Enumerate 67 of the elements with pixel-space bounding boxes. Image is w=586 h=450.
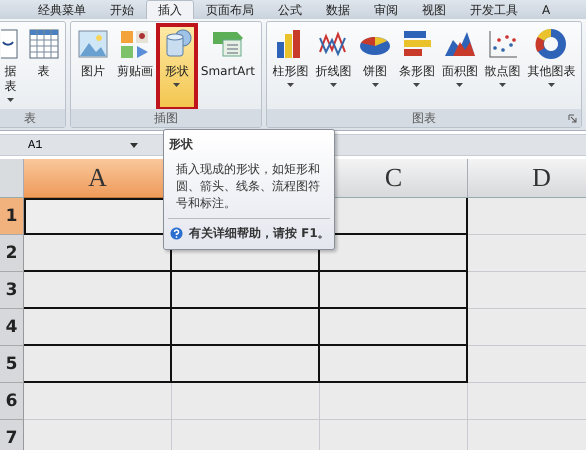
ribbon-button[interactable]: 其他图表	[525, 26, 578, 108]
sheet-cell[interactable]	[320, 346, 468, 383]
caret-icon	[456, 83, 464, 87]
group-label: 图表	[267, 109, 581, 127]
scatter-chart-icon	[486, 28, 519, 60]
picture-icon	[76, 28, 109, 60]
sheet-cell[interactable]	[24, 235, 172, 272]
ribbon-tab[interactable]: 开始	[98, 0, 146, 19]
help-hint: 有关详细帮助，请按 F1。	[189, 225, 330, 242]
row-header[interactable]: 5	[0, 346, 24, 383]
ribbon-tab[interactable]: 经典菜单	[26, 0, 98, 19]
caret-icon	[372, 83, 379, 87]
caret-icon	[286, 83, 294, 87]
row-header[interactable]: 2	[0, 235, 24, 272]
ribbon-button[interactable]: 图片	[74, 26, 111, 108]
caret-icon	[413, 83, 420, 87]
donut-chart-icon	[535, 28, 568, 60]
ribbon-button[interactable]: 剪贴画	[114, 26, 155, 108]
ribbon-button[interactable]: 饼图	[356, 26, 394, 108]
ribbon-tab[interactable]: 审阅	[362, 0, 410, 19]
sheet-cell[interactable]	[24, 346, 172, 383]
caret-icon	[499, 83, 506, 87]
sheet-cell[interactable]	[24, 272, 172, 309]
ribbon-tab[interactable]: 视图	[410, 0, 458, 19]
ribbon-button[interactable]: 条形图	[396, 26, 437, 108]
row-header[interactable]: 3	[0, 272, 24, 309]
ribbon-tab[interactable]: 插入	[146, 0, 194, 19]
caret-icon	[7, 98, 14, 102]
row-header[interactable]: 1	[0, 198, 24, 235]
ribbon-tab[interactable]: 页面布局	[194, 0, 266, 19]
ribbon-button[interactable]: 柱形图	[270, 26, 310, 108]
row-header[interactable]: 7	[0, 420, 24, 450]
group-label: 表	[0, 109, 65, 127]
row-header[interactable]: 6	[0, 383, 24, 420]
ribbon-tab[interactable]: 开发工具	[458, 0, 530, 19]
sheet-cell[interactable]	[172, 309, 320, 346]
ribbon-button[interactable]: 面积图	[440, 26, 480, 108]
sheet-cell[interactable]	[172, 272, 320, 309]
help-icon	[170, 227, 183, 240]
tooltip-description: 插入现成的形状，如矩形和圆、箭头、线条、流程图符号和标注。	[175, 161, 321, 212]
sheet-cell[interactable]	[320, 309, 468, 346]
caret-icon	[330, 83, 337, 87]
clip-art-icon	[118, 28, 151, 60]
dialog-launcher-icon[interactable]	[568, 114, 577, 123]
sheet-cell[interactable]	[172, 346, 320, 383]
pivot-table-icon	[0, 28, 20, 60]
sheet-cell[interactable]	[320, 235, 468, 272]
dropdown-icon	[130, 142, 138, 148]
ribbon-button[interactable]: 折线图	[313, 26, 354, 108]
ribbon-tab[interactable]: A	[530, 0, 562, 19]
ribbon-button[interactable]: 据 表	[0, 26, 22, 108]
table-icon	[28, 28, 60, 60]
ribbon-button[interactable]: SmartArt	[198, 26, 257, 108]
name-box[interactable]: A1	[28, 138, 138, 152]
ribbon-tab[interactable]: 公式	[266, 0, 314, 19]
caret-icon	[548, 83, 555, 87]
sheet-cell[interactable]	[320, 272, 468, 309]
group-label: 插图	[71, 109, 261, 127]
tooltip-title: 形状	[168, 136, 194, 153]
row-header[interactable]: 4	[0, 309, 24, 346]
sheet-cell[interactable]	[24, 309, 172, 346]
ribbon-button[interactable]: 形状	[158, 26, 195, 108]
column-header[interactable]: D	[468, 159, 586, 198]
caret-icon	[173, 83, 180, 87]
ribbon-button[interactable]: 散点图	[482, 26, 523, 108]
ribbon-button[interactable]: 表	[26, 26, 62, 108]
ribbon-tab[interactable]: 数据	[314, 0, 362, 19]
